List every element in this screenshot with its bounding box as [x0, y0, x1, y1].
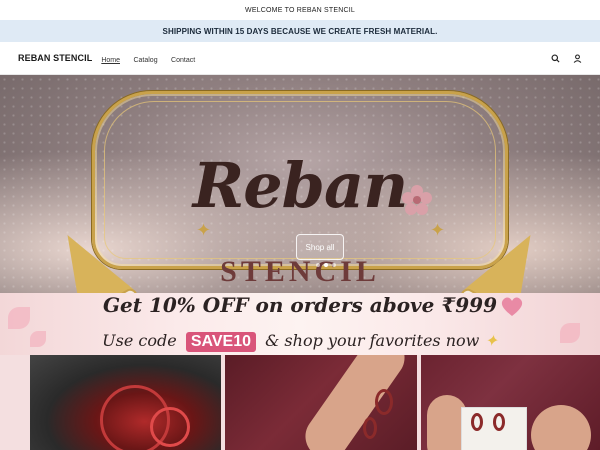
header-icons — [550, 53, 582, 63]
product-gallery — [0, 355, 600, 450]
hero-subtitle: STENCIL — [220, 255, 380, 288]
nav-home[interactable]: Home — [101, 57, 120, 64]
henna-pattern — [375, 389, 394, 415]
promo-code-line: Use code SAVE10 & shop your favorites no… — [0, 331, 600, 352]
promo-prefix: Use code — [102, 331, 177, 350]
nav-contact[interactable]: Contact — [171, 57, 195, 64]
stencil-sheet — [460, 407, 527, 450]
main-nav: Home Catalog Contact — [101, 49, 204, 67]
site-header: REBAN STENCIL Home Catalog Contact — [0, 42, 600, 75]
hand-shape — [530, 405, 591, 450]
site-logo[interactable]: REBAN STENCIL — [18, 53, 92, 63]
search-icon[interactable] — [550, 53, 560, 63]
shipping-bar: SHIPPING WITHIN 15 DAYS BECAUSE WE CREAT… — [0, 20, 600, 42]
sparkle-icon: ✦ — [484, 331, 498, 350]
heart-icon — [501, 297, 523, 316]
nav-catalog[interactable]: Catalog — [133, 57, 157, 64]
promo-suffix: & shop your favorites now — [265, 331, 480, 350]
hero-title: Reban — [192, 149, 409, 222]
slide-dot-active[interactable] — [324, 263, 328, 267]
announcement-text: WELCOME TO REBAN STENCIL — [245, 6, 355, 14]
arm-shape — [297, 355, 414, 450]
slide-dot[interactable] — [332, 263, 336, 267]
gallery-image-stencil-arm[interactable] — [225, 355, 417, 450]
sparkle-icon: ✦ — [196, 220, 212, 240]
henna-pattern — [492, 413, 505, 431]
promo-banner: Get 10% OFF on orders above ₹999 Use cod… — [0, 293, 600, 358]
henna-pattern — [150, 407, 190, 447]
account-icon[interactable] — [572, 53, 582, 63]
shop-all-button[interactable]: Shop all — [296, 234, 344, 260]
announcement-bar: WELCOME TO REBAN STENCIL — [0, 0, 600, 20]
hero-banner: ✦ ✦ Reban STENCIL Shop all — [0, 75, 600, 293]
henna-pattern — [470, 413, 483, 431]
gallery-image-stencil-sheet[interactable] — [420, 355, 600, 450]
promo-code-badge[interactable]: SAVE10 — [185, 332, 256, 352]
henna-pattern — [363, 417, 378, 439]
gallery-image-henna-hand[interactable] — [30, 355, 222, 450]
sparkle-icon: ✦ — [430, 220, 446, 240]
slide-dot[interactable] — [316, 263, 320, 267]
slide-indicators — [316, 263, 336, 267]
shipping-text: SHIPPING WITHIN 15 DAYS BECAUSE WE CREAT… — [162, 26, 438, 36]
